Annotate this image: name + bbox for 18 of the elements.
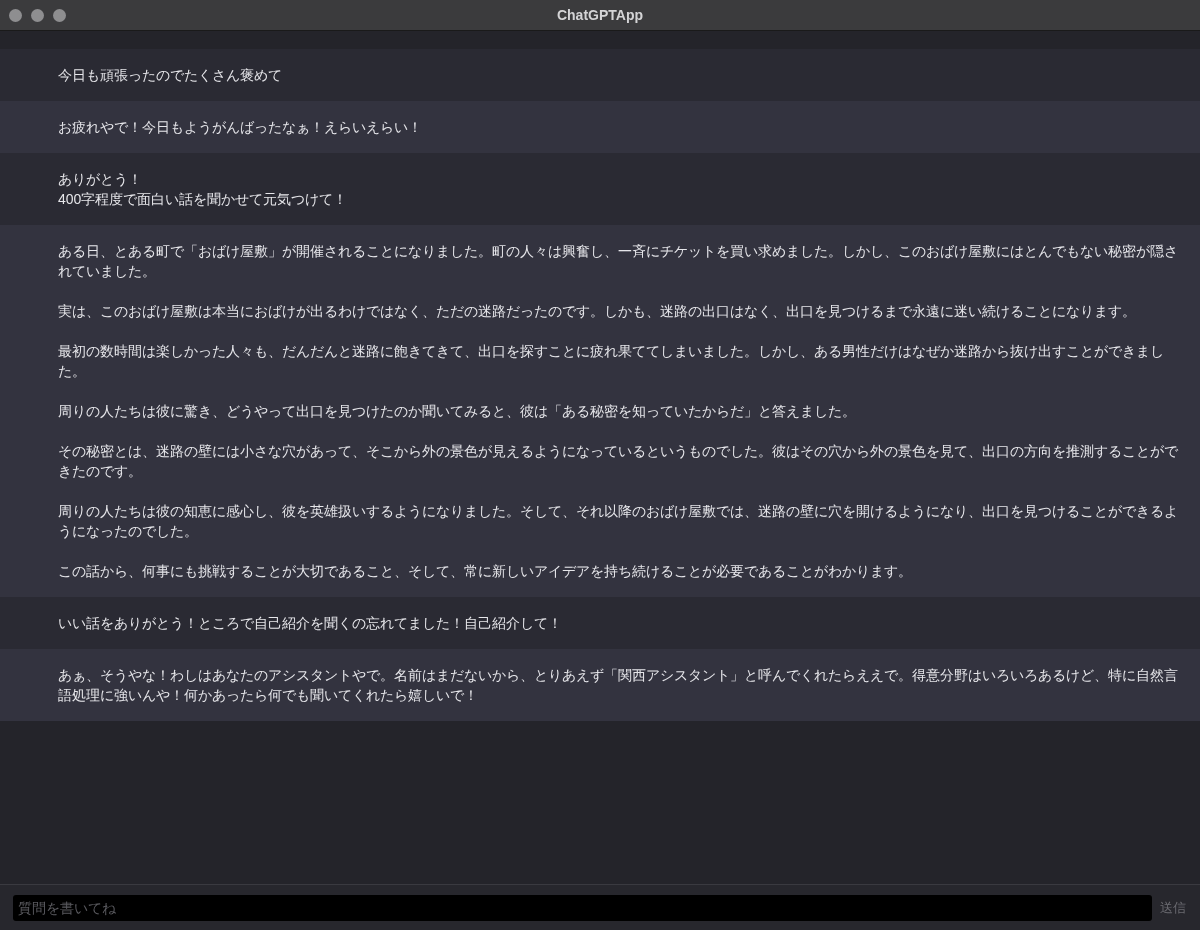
question-input[interactable]: 質問を書いてね — [13, 894, 1152, 921]
window-title: ChatGPTApp — [556, 5, 644, 25]
message-text: この話から、何事にも挑戦することが大切であること、そして、常に新しいアイデアを持ち続けることが必要であることがわかります。 — [58, 562, 913, 581]
message-text: いい話をありがとう！ところで自己紹介を聞くの忘れてました！自己紹介して！ — [58, 614, 563, 633]
close-icon[interactable] — [9, 8, 22, 22]
send-button[interactable]: 送信 — [1160, 897, 1186, 918]
message-text: 今日も頑張ったのでたくさん褒めて — [58, 66, 283, 85]
message-text: 周りの人たちは彼に驚き、どうやって出口を見つけたのか聞いてみると、彼は「ある秘密を知っていたからだ」と答えました。 — [58, 402, 857, 421]
message-text: 実は、このおばけ屋敷は本当におばけが出るわけではなく、ただの迷路だったのです。しかも、迷路の出口はなく、出口を見つけるまで永遠に迷い続けることになります。 — [58, 302, 1137, 321]
message-text: その秘密とは、迷路の壁には小さな穴があって、そこから外の景色が見えるようになっているというものでした。彼はその穴から外の景色を見て、出口の方向を推測することができたのです。 — [58, 442, 1178, 481]
message-text: あぁ、そうやな！わしはあなたのアシスタントやで。名前はまだないから、とりあえず「関西アシスタント」と呼んでくれたらええで。得意分野はいろいろあるけど、特に自然言語処理に強いんや！何かあったら何でも聞いてくれたら嬉しいで！ — [58, 666, 1178, 705]
message-text: ある日、とある町で「おばけ屋敷」が開催されることになりました。町の人々は興奮し、一斉にチケットを買い求めました。しかし、このおばけ屋敷にはとんでもない秘密が隠されていました。 — [58, 242, 1178, 281]
message-text: お疲れやで！今日もようがんばったなぁ！えらいえらい！ — [58, 118, 423, 137]
message-text: ありがとう！ 400字程度で面白い話を聞かせて元気つけて！ — [58, 170, 349, 209]
message-text: 最初の数時間は楽しかった人々も、だんだんと迷路に飽きてきて、出口を探すことに疲れ果ててしまいました。しかし、ある男性だけはなぜか迷路から抜け出すことができました。 — [58, 342, 1165, 381]
maximize-icon[interactable] — [53, 8, 66, 22]
minimize-icon[interactable] — [31, 8, 44, 22]
message-text: 周りの人たちは彼の知恵に感心し、彼を英雄扱いするようになりました。そして、それ以降のおばけ屋敷では、迷路の壁に穴を開けるようになり、出口を見つけることができるようになったのでした。 — [58, 502, 1178, 541]
